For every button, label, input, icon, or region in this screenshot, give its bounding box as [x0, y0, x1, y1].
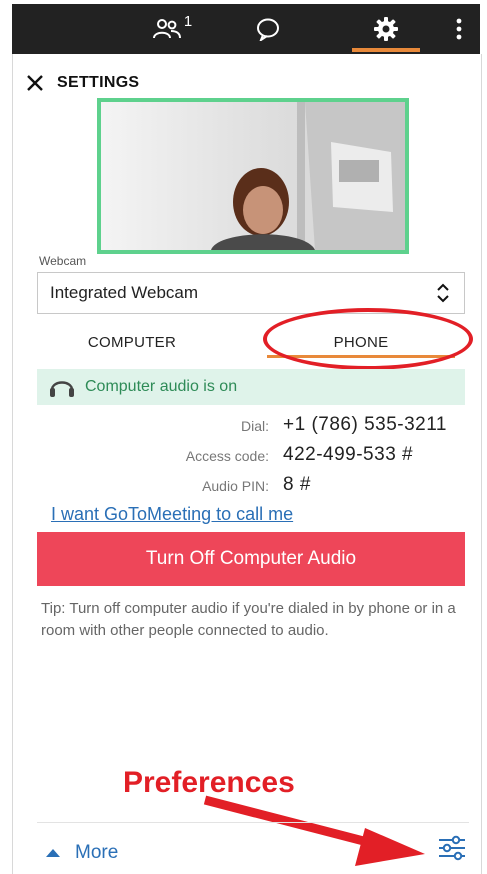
- annotation-circle: [263, 308, 473, 370]
- tab-attendees[interactable]: 1: [132, 4, 212, 54]
- more-menu-button[interactable]: [442, 4, 476, 54]
- chevron-updown-icon: [437, 283, 449, 303]
- tip-text: Tip: Turn off computer audio if you're d…: [41, 600, 456, 639]
- turn-off-audio-button[interactable]: Turn Off Computer Audio: [37, 532, 465, 586]
- gear-icon: [374, 17, 398, 41]
- access-code-label: Access code:: [185, 448, 269, 464]
- webcam-select[interactable]: Integrated Webcam: [37, 272, 465, 314]
- webcam-label: Webcam: [39, 254, 87, 268]
- more-toggle[interactable]: More: [45, 838, 118, 868]
- caret-up-icon: [46, 849, 60, 857]
- audio-status-text: Computer audio is on: [85, 378, 238, 395]
- people-icon: [152, 19, 181, 39]
- dial-number: +1 (786) 535-3211: [283, 414, 447, 435]
- attendee-count: 1: [183, 12, 193, 30]
- more-vert-icon: [456, 18, 462, 40]
- access-code-row: Access code: 422-499-533 #: [37, 442, 465, 470]
- sliders-icon[interactable]: [437, 834, 467, 862]
- more-label: More: [75, 842, 119, 863]
- webcam-preview: [97, 98, 409, 254]
- headset-icon: [50, 381, 74, 397]
- access-code-value: 422-499-533 #: [283, 444, 414, 465]
- audio-pin-label: Audio PIN:: [202, 478, 269, 494]
- settings-header: SETTINGS: [25, 68, 139, 98]
- footer-divider: [37, 822, 469, 823]
- webcam-selected-value: Integrated Webcam: [50, 283, 199, 302]
- call-me-link[interactable]: I want GoToMeeting to call me: [51, 504, 293, 525]
- tab-chat[interactable]: [228, 4, 308, 54]
- audio-pin-value: 8 #: [283, 474, 311, 495]
- page-title: SETTINGS: [57, 74, 140, 91]
- active-tab-indicator: [352, 48, 420, 52]
- webcam-video: [101, 102, 405, 250]
- chat-icon: [257, 18, 279, 41]
- top-toolbar: 1: [12, 4, 480, 54]
- tab-computer-audio[interactable]: COMPUTER: [37, 324, 227, 360]
- audio-status-bar: Computer audio is on: [37, 369, 465, 405]
- preferences-annotation: Preferences: [123, 766, 295, 799]
- close-icon[interactable]: [25, 73, 45, 93]
- dial-row: Dial: +1 (786) 535-3211: [37, 412, 465, 440]
- dial-label: Dial:: [240, 418, 269, 434]
- settings-panel: SETTINGS Webcam Integrated Webcam COMPUT…: [12, 54, 482, 874]
- audio-pin-row: Audio PIN: 8 #: [37, 472, 465, 500]
- tab-settings[interactable]: [346, 4, 426, 54]
